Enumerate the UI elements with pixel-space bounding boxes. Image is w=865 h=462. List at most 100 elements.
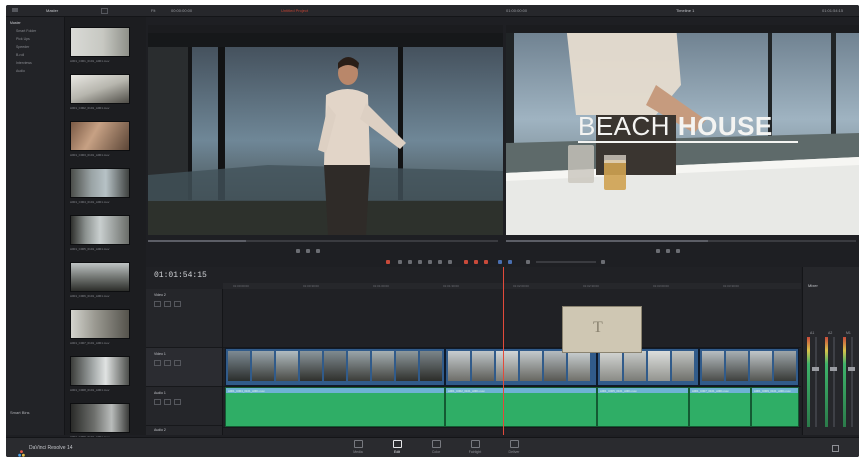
- bin-item[interactable]: Smart Folder: [16, 29, 36, 33]
- lock-track-icon[interactable]: [154, 301, 161, 307]
- timeline-tracks[interactable]: A001_C004_0101_A001.mov A001_C002_0101_A…: [223, 289, 801, 435]
- track-header-v1[interactable]: Video 1: [146, 348, 222, 387]
- marker-icon[interactable]: [508, 260, 512, 264]
- next-frame-icon[interactable]: [316, 249, 320, 253]
- source-scrub-fill: [148, 240, 246, 242]
- media-clip[interactable]: A001_C003_0101_A001.mov: [70, 121, 137, 157]
- zoom-in-icon[interactable]: [601, 260, 605, 264]
- beach-house-title-overlay: BEACH HOUSE: [578, 111, 773, 142]
- media-clip[interactable]: A001_C004_0101_A001.mov: [70, 168, 137, 204]
- eye-icon[interactable]: [174, 301, 181, 307]
- source-timecode: 00:00:00:00: [171, 8, 193, 13]
- media-clip[interactable]: A001_C009_0101_A001.mov: [70, 403, 137, 439]
- home-icon[interactable]: [832, 445, 839, 452]
- insert-clip-icon[interactable]: [428, 260, 432, 264]
- track-header-v2[interactable]: Video 2: [146, 289, 222, 348]
- video-clip[interactable]: [445, 348, 597, 386]
- play-icon[interactable]: [666, 249, 670, 253]
- bin-item[interactable]: Interviews: [16, 61, 32, 65]
- audio-clip[interactable]: A001_C002_0101_A001.mov: [445, 387, 597, 427]
- bin-item[interactable]: Audio: [16, 69, 25, 73]
- fader-track[interactable]: [815, 337, 817, 427]
- media-clip[interactable]: A001_C006_0101_A001.mov: [70, 262, 137, 298]
- fader-track[interactable]: [851, 337, 853, 427]
- media-pool-toggle-icon[interactable]: [12, 8, 18, 12]
- track-header-a1[interactable]: Audio 1: [146, 387, 222, 426]
- position-lock-icon[interactable]: [484, 260, 488, 264]
- eye-icon[interactable]: [174, 360, 181, 366]
- linked-selection-icon[interactable]: [474, 260, 478, 264]
- source-viewer-header: [148, 25, 503, 33]
- bin-item[interactable]: Pick Ups: [16, 37, 30, 41]
- page-deliver[interactable]: Deliver: [501, 440, 527, 454]
- page-edit[interactable]: Edit: [384, 440, 410, 454]
- audio-clip[interactable]: A001_C007_0101_A001.mov: [689, 387, 751, 427]
- selection-tool-icon[interactable]: [398, 260, 402, 264]
- bin-item[interactable]: Speeder: [16, 45, 29, 49]
- auto-select-icon[interactable]: [164, 301, 171, 307]
- media-clip[interactable]: A001_C008_0101_A001.mov: [70, 356, 137, 392]
- dynamic-trim-icon[interactable]: [418, 260, 422, 264]
- lane-a1[interactable]: A001_C004_0101_A001.mov A001_C002_0101_A…: [223, 387, 801, 428]
- timeline[interactable]: 01:01:54:15 01:00:00:00 01:00:30:00 01:0…: [146, 267, 801, 435]
- lane-v1[interactable]: [223, 348, 801, 387]
- prev-frame-icon[interactable]: [656, 249, 660, 253]
- audio-clip[interactable]: A001_C009_0101_A001.mov: [751, 387, 799, 427]
- top-toolbar: Master Fit 00:00:00:00 Untitled Project …: [6, 5, 859, 17]
- ruler-tick: 01:00:00:00: [233, 284, 249, 288]
- record-timecode: 01:00:00:00: [506, 8, 528, 13]
- auto-select-icon[interactable]: [164, 360, 171, 366]
- media-clip[interactable]: A001_C005_0101_A001.mov: [70, 215, 137, 251]
- fader-track[interactable]: [833, 337, 835, 427]
- page-color[interactable]: Color: [423, 440, 449, 454]
- zoom-readout[interactable]: Fit: [151, 8, 155, 13]
- track-header-a2[interactable]: Audio 2: [146, 426, 222, 435]
- media-clip[interactable]: A001_C002_0101_A001.mov: [70, 74, 137, 110]
- flag-icon[interactable]: [498, 260, 502, 264]
- fader-knob[interactable]: [812, 367, 819, 371]
- media-clip[interactable]: A001_C007_0101_A001.mov: [70, 309, 137, 345]
- mute-icon[interactable]: [174, 399, 181, 405]
- list-view-icon[interactable]: [101, 8, 108, 14]
- audio-clip[interactable]: A001_C005_0101_A001.mov: [597, 387, 689, 427]
- audio-mixer: Mixer A1 A2 M1: [802, 267, 859, 435]
- play-icon[interactable]: [306, 249, 310, 253]
- timeline-name[interactable]: Timeline 1: [676, 8, 694, 13]
- zoom-out-icon[interactable]: [526, 260, 530, 264]
- bin-master[interactable]: Master: [10, 21, 21, 25]
- clip-thumbnails: A001_C001_0101_A001.mov A001_C002_0101_A…: [65, 17, 146, 439]
- snapping-icon[interactable]: [464, 260, 468, 264]
- page-media[interactable]: Media: [345, 440, 371, 454]
- mixer-channel-label: M1: [846, 331, 851, 335]
- lock-track-icon[interactable]: [154, 360, 161, 366]
- level-meter: [825, 337, 828, 427]
- transport-controls: [146, 236, 859, 266]
- mixer-channel-label: A1: [810, 331, 815, 335]
- lock-track-icon[interactable]: [154, 399, 161, 405]
- playhead[interactable]: [503, 267, 504, 435]
- video-clip[interactable]: [225, 348, 445, 386]
- next-frame-icon[interactable]: [676, 249, 680, 253]
- lane-v2[interactable]: [223, 289, 801, 348]
- replace-clip-icon[interactable]: [448, 260, 452, 264]
- blade-tool-icon[interactable]: [386, 260, 390, 264]
- media-clip[interactable]: A001_C001_0101_A001.mov: [70, 27, 137, 63]
- video-clip[interactable]: [597, 348, 699, 386]
- title-clip[interactable]: T: [562, 306, 642, 353]
- title-clip-glyph: T: [593, 319, 603, 336]
- page-fairlight[interactable]: Fairlight: [462, 440, 488, 454]
- track-headers: Video 2 Video 1 Audio 1 Audio 2: [146, 289, 223, 435]
- source-viewer[interactable]: [148, 25, 503, 235]
- video-clip[interactable]: [699, 348, 799, 386]
- deliver-page-icon: [509, 440, 519, 448]
- trim-tool-icon[interactable]: [408, 260, 412, 264]
- prev-frame-icon[interactable]: [296, 249, 300, 253]
- zoom-slider[interactable]: [536, 261, 596, 263]
- audio-clip[interactable]: A001_C004_0101_A001.mov: [225, 387, 445, 427]
- timeline-viewer[interactable]: BEACH HOUSE: [506, 25, 859, 235]
- bin-item[interactable]: B-roll: [16, 53, 24, 57]
- solo-icon[interactable]: [164, 399, 171, 405]
- overwrite-clip-icon[interactable]: [438, 260, 442, 264]
- fader-knob[interactable]: [830, 367, 837, 371]
- fader-knob[interactable]: [848, 367, 855, 371]
